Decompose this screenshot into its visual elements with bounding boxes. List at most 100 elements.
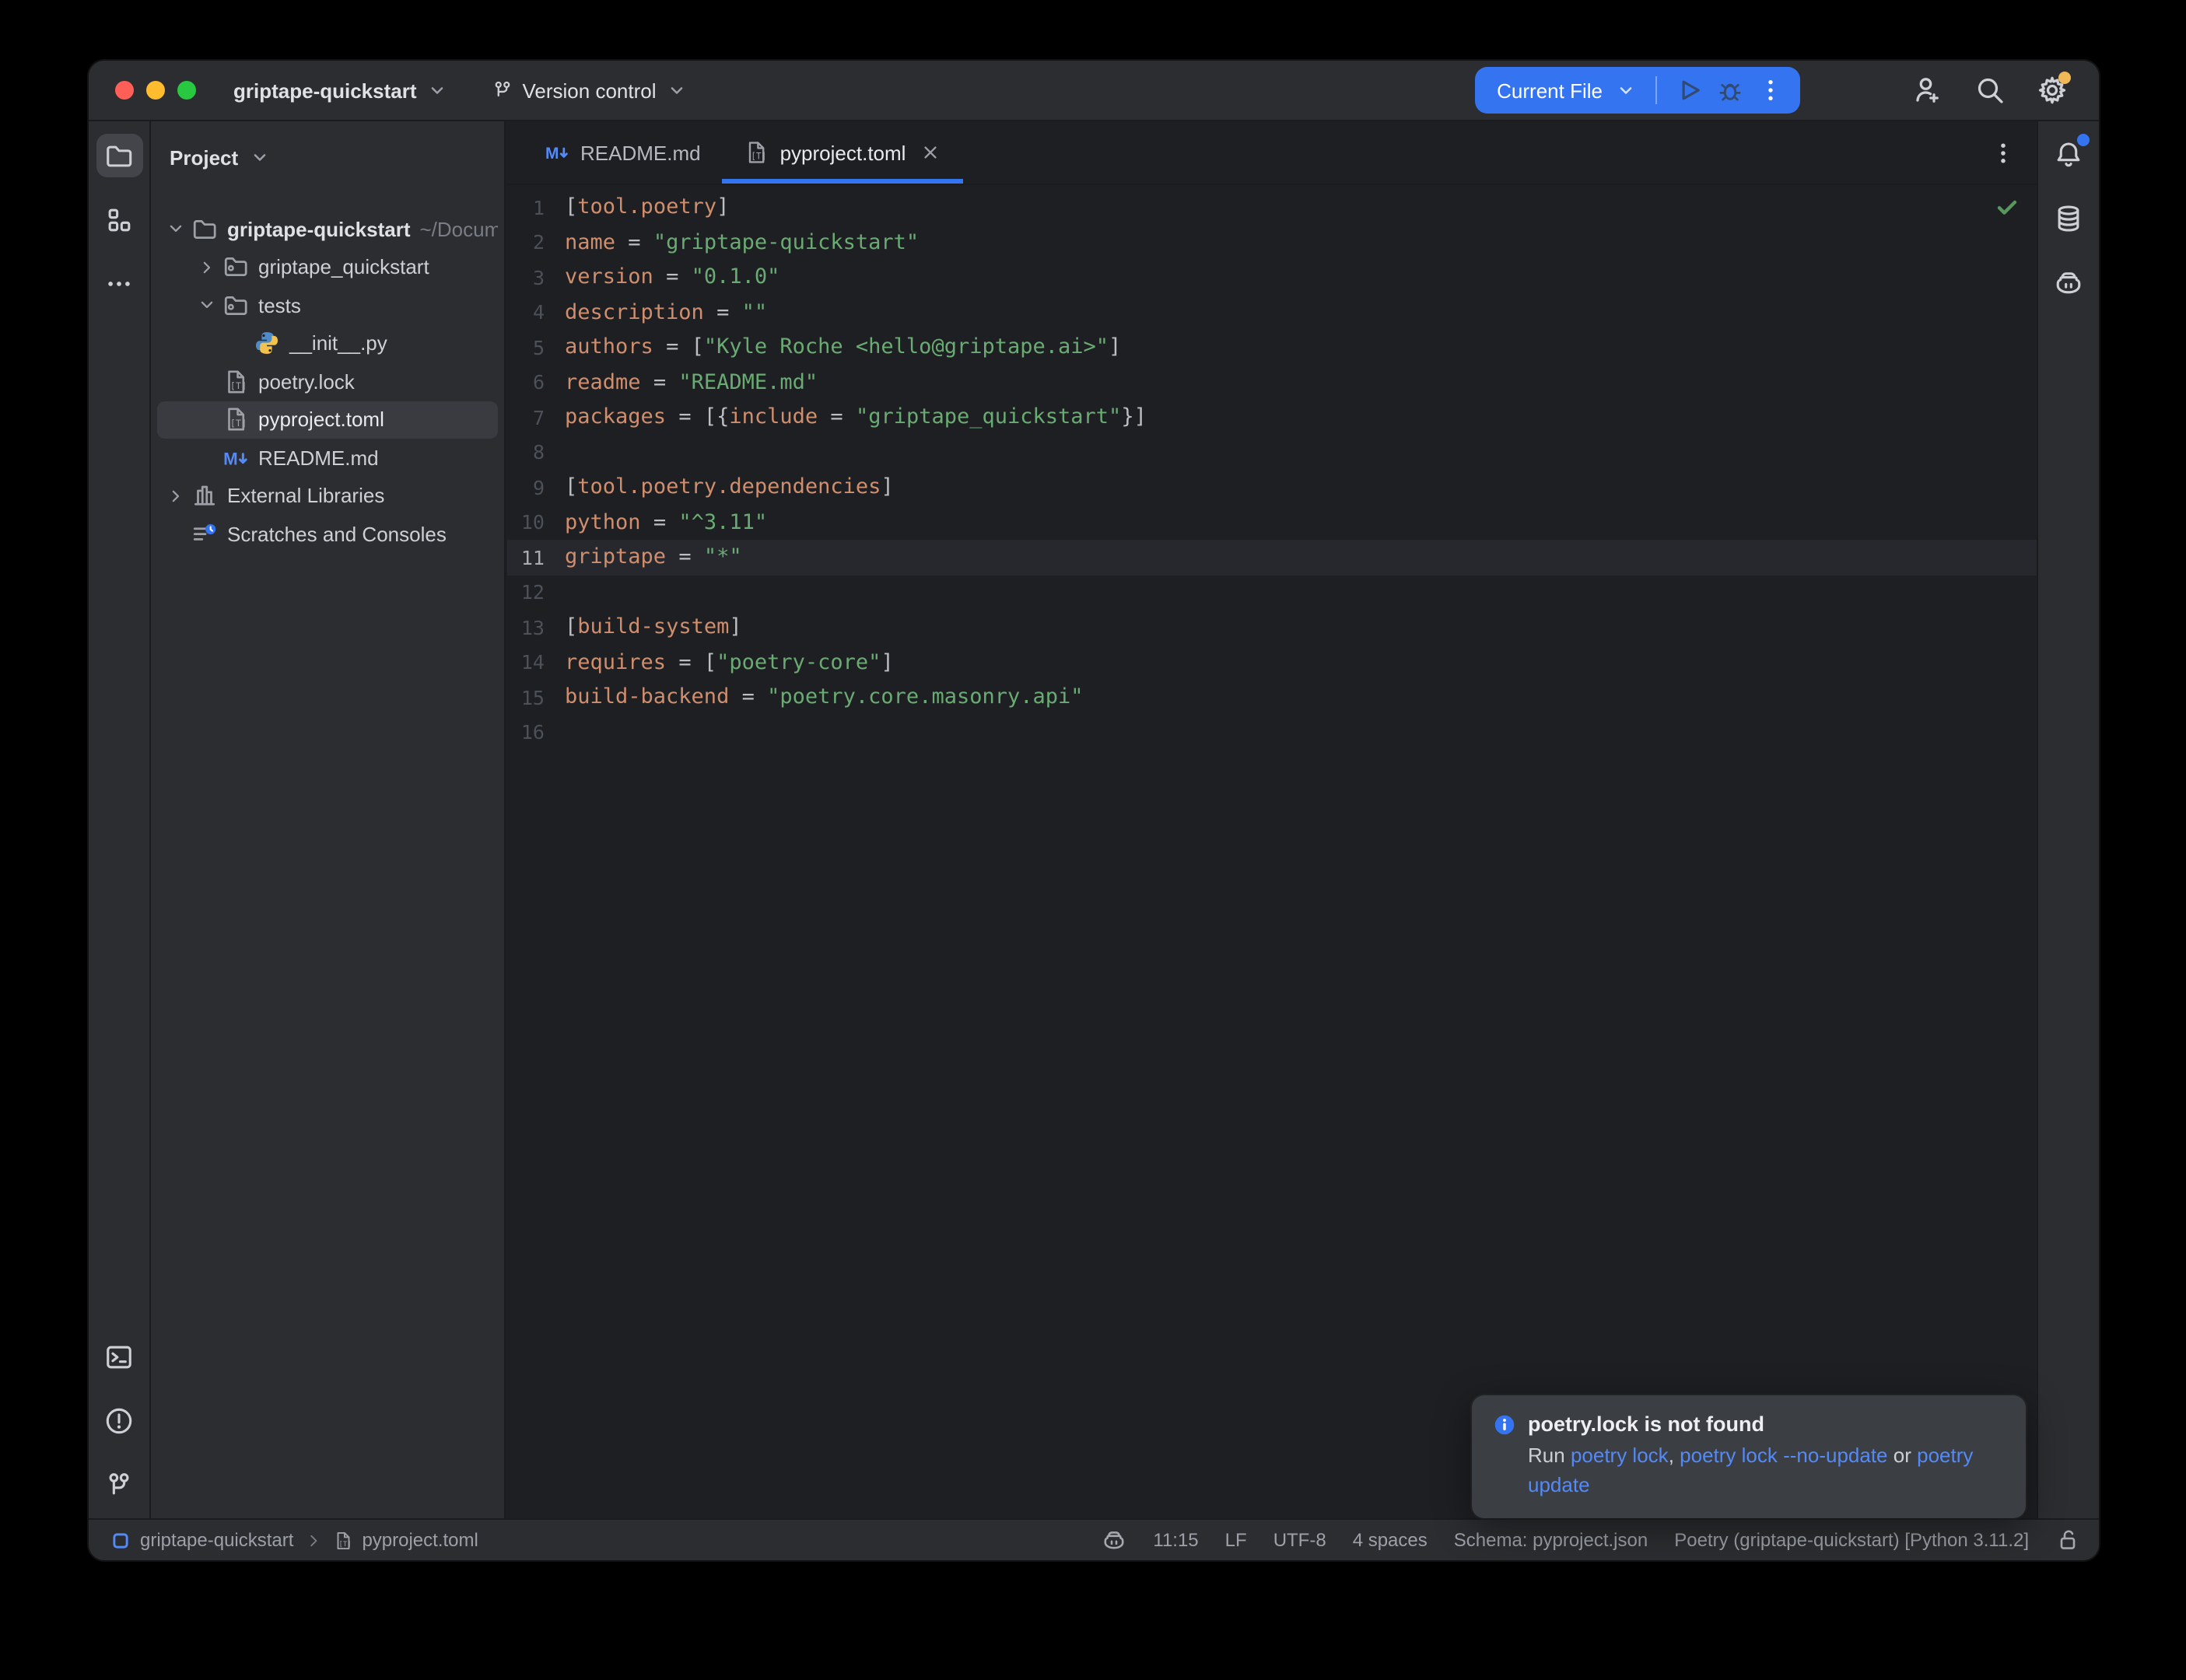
notification-link-poetry-lock-no-update[interactable]: poetry lock --no-update: [1680, 1444, 1887, 1467]
code-line-5: 5authors = ["Kyle Roche <hello@griptape.…: [507, 330, 2037, 365]
chevron-right-icon[interactable]: [191, 257, 222, 278]
code-line-4: 4description = "": [507, 295, 2037, 330]
caret-position[interactable]: 11:15: [1153, 1529, 1198, 1551]
search-everywhere-button[interactable]: [1974, 75, 2006, 106]
notification-text: ,: [1669, 1444, 1680, 1467]
tree-item-label: __init__.py: [289, 332, 387, 355]
code-line-16: 16: [507, 715, 2037, 750]
run-icon[interactable]: [1676, 76, 1704, 104]
badge-dot: [2058, 72, 2071, 84]
version-control-tool-window-button[interactable]: [96, 1462, 142, 1506]
project-panel-header[interactable]: Project: [151, 134, 504, 180]
line-number[interactable]: 15: [507, 686, 565, 709]
tree-item-readme-md[interactable]: MREADME.md: [157, 439, 498, 477]
tree-item--init-py[interactable]: __init__.py: [157, 324, 498, 362]
tab-options-kebab-icon[interactable]: [1990, 140, 2016, 166]
problems-tool-window-button[interactable]: [96, 1398, 142, 1442]
notifications-button[interactable]: [2045, 132, 2092, 176]
more-run-options-icon[interactable]: [1757, 76, 1785, 104]
title-bar: griptape-quickstart Version control Curr…: [89, 61, 2099, 121]
project-tool-window: Project griptape-quickstart~/Documegript…: [151, 121, 506, 1518]
close-tab-icon[interactable]: [920, 142, 941, 163]
settings-button[interactable]: [2037, 75, 2068, 106]
zoom-window-button[interactable]: [177, 81, 196, 100]
chevron-down-icon: [426, 79, 448, 101]
svg-text:M: M: [223, 449, 238, 468]
line-number[interactable]: 13: [507, 616, 565, 639]
line-separator[interactable]: LF: [1225, 1529, 1247, 1551]
line-number[interactable]: 1: [507, 196, 565, 219]
ai-assistant-tool-window-button[interactable]: [2045, 260, 2092, 303]
line-number[interactable]: 6: [507, 371, 565, 394]
project-tree: griptape-quickstart~/Documegriptape_quic…: [151, 210, 504, 553]
project-tool-window-button[interactable]: [96, 134, 142, 177]
project-switcher[interactable]: griptape-quickstart: [233, 79, 448, 102]
svg-text:[T]: [T]: [230, 380, 247, 391]
line-number[interactable]: 8: [507, 441, 565, 464]
code-token: =: [653, 265, 692, 290]
terminal-tool-window-button[interactable]: [96, 1335, 142, 1378]
code-text: python = "^3.11": [565, 510, 767, 535]
tab-pyproject-toml[interactable]: [T]pyproject.toml: [723, 121, 964, 184]
python-interpreter[interactable]: Poetry (griptape-quickstart) [Python 3.1…: [1674, 1529, 2029, 1551]
inspections-ok-check-icon[interactable]: [1995, 194, 2020, 219]
line-number[interactable]: 7: [507, 406, 565, 429]
line-number[interactable]: 9: [507, 476, 565, 499]
chevron-down-icon[interactable]: [191, 295, 222, 317]
close-window-button[interactable]: [115, 81, 134, 100]
tree-item-pyproject-toml[interactable]: [T]pyproject.toml: [157, 401, 498, 439]
code-token: = [{: [666, 405, 729, 430]
code-line-15: 15build-backend = "poetry.core.masonry.a…: [507, 680, 2037, 715]
code-text: description = "": [565, 300, 767, 325]
line-number[interactable]: 4: [507, 301, 565, 324]
minimize-window-button[interactable]: [146, 81, 165, 100]
tree-item-griptape-quickstart[interactable]: griptape-quickstart~/Docume: [157, 210, 498, 248]
more-tool-windows-button[interactable]: [96, 261, 142, 305]
read-only-toggle[interactable]: [2055, 1528, 2080, 1552]
code-with-me-button[interactable]: [1912, 75, 1943, 106]
line-number[interactable]: 16: [507, 721, 565, 744]
database-icon: [2054, 203, 2083, 233]
run-configuration-widget[interactable]: Current File: [1475, 67, 1800, 114]
project-switcher-label: griptape-quickstart: [233, 79, 417, 102]
tree-item-path-hint: ~/Docume: [420, 218, 499, 241]
code-text: requires = ["poetry-core"]: [565, 650, 894, 675]
terminal-icon: [104, 1342, 134, 1371]
left-tool-window-strip: [89, 121, 151, 1518]
tree-item-poetry-lock[interactable]: [T]poetry.lock: [157, 362, 498, 401]
code-token: =: [615, 230, 653, 255]
debug-icon[interactable]: [1716, 76, 1744, 104]
line-number[interactable]: 3: [507, 266, 565, 289]
line-number[interactable]: 5: [507, 336, 565, 359]
tab-readme-md[interactable]: MREADME.md: [523, 121, 723, 184]
breadcrumb-item-pyproject-toml[interactable]: [T]pyproject.toml: [332, 1529, 478, 1551]
database-tool-window-button[interactable]: [2045, 196, 2092, 240]
github-copilot-status-icon[interactable]: [1102, 1528, 1126, 1552]
chevron-spacer: [222, 333, 254, 355]
tree-item-scratches-and-consoles[interactable]: Scratches and Consoles: [157, 515, 498, 553]
version-control-widget[interactable]: Version control: [492, 79, 688, 102]
tree-item-label: Scratches and Consoles: [227, 523, 447, 546]
structure-tool-window-button[interactable]: [96, 198, 142, 241]
chevron-down-icon[interactable]: [160, 219, 191, 240]
line-number[interactable]: 10: [507, 511, 565, 534]
notification-body: Run poetry lock, poetry lock --no-update…: [1528, 1440, 2007, 1500]
code-editor[interactable]: 1[tool.poetry]2name = "griptape-quicksta…: [507, 185, 2037, 1518]
file-encoding[interactable]: UTF-8: [1273, 1529, 1326, 1551]
chevron-right-icon[interactable]: [160, 485, 191, 507]
breadcrumb-item-griptape-quickstart[interactable]: griptape-quickstart: [110, 1529, 293, 1551]
line-number[interactable]: 12: [507, 581, 565, 604]
notification-title: poetry.lock is not found: [1528, 1412, 1764, 1436]
line-number[interactable]: 11: [507, 546, 565, 569]
line-number[interactable]: 2: [507, 231, 565, 254]
tree-item-external-libraries[interactable]: External Libraries: [157, 477, 498, 515]
notification-link-poetry-lock[interactable]: poetry lock: [1571, 1444, 1669, 1467]
tree-item-tests[interactable]: tests: [157, 286, 498, 324]
json-schema[interactable]: Schema: pyproject.json: [1454, 1529, 1648, 1551]
tree-item-griptape-quickstart[interactable]: griptape_quickstart: [157, 248, 498, 286]
code-token: description: [565, 300, 704, 325]
line-number[interactable]: 14: [507, 651, 565, 674]
tree-item-label: tests: [258, 294, 301, 317]
indent-style[interactable]: 4 spaces: [1353, 1529, 1428, 1551]
code-line-8: 8: [507, 435, 2037, 470]
